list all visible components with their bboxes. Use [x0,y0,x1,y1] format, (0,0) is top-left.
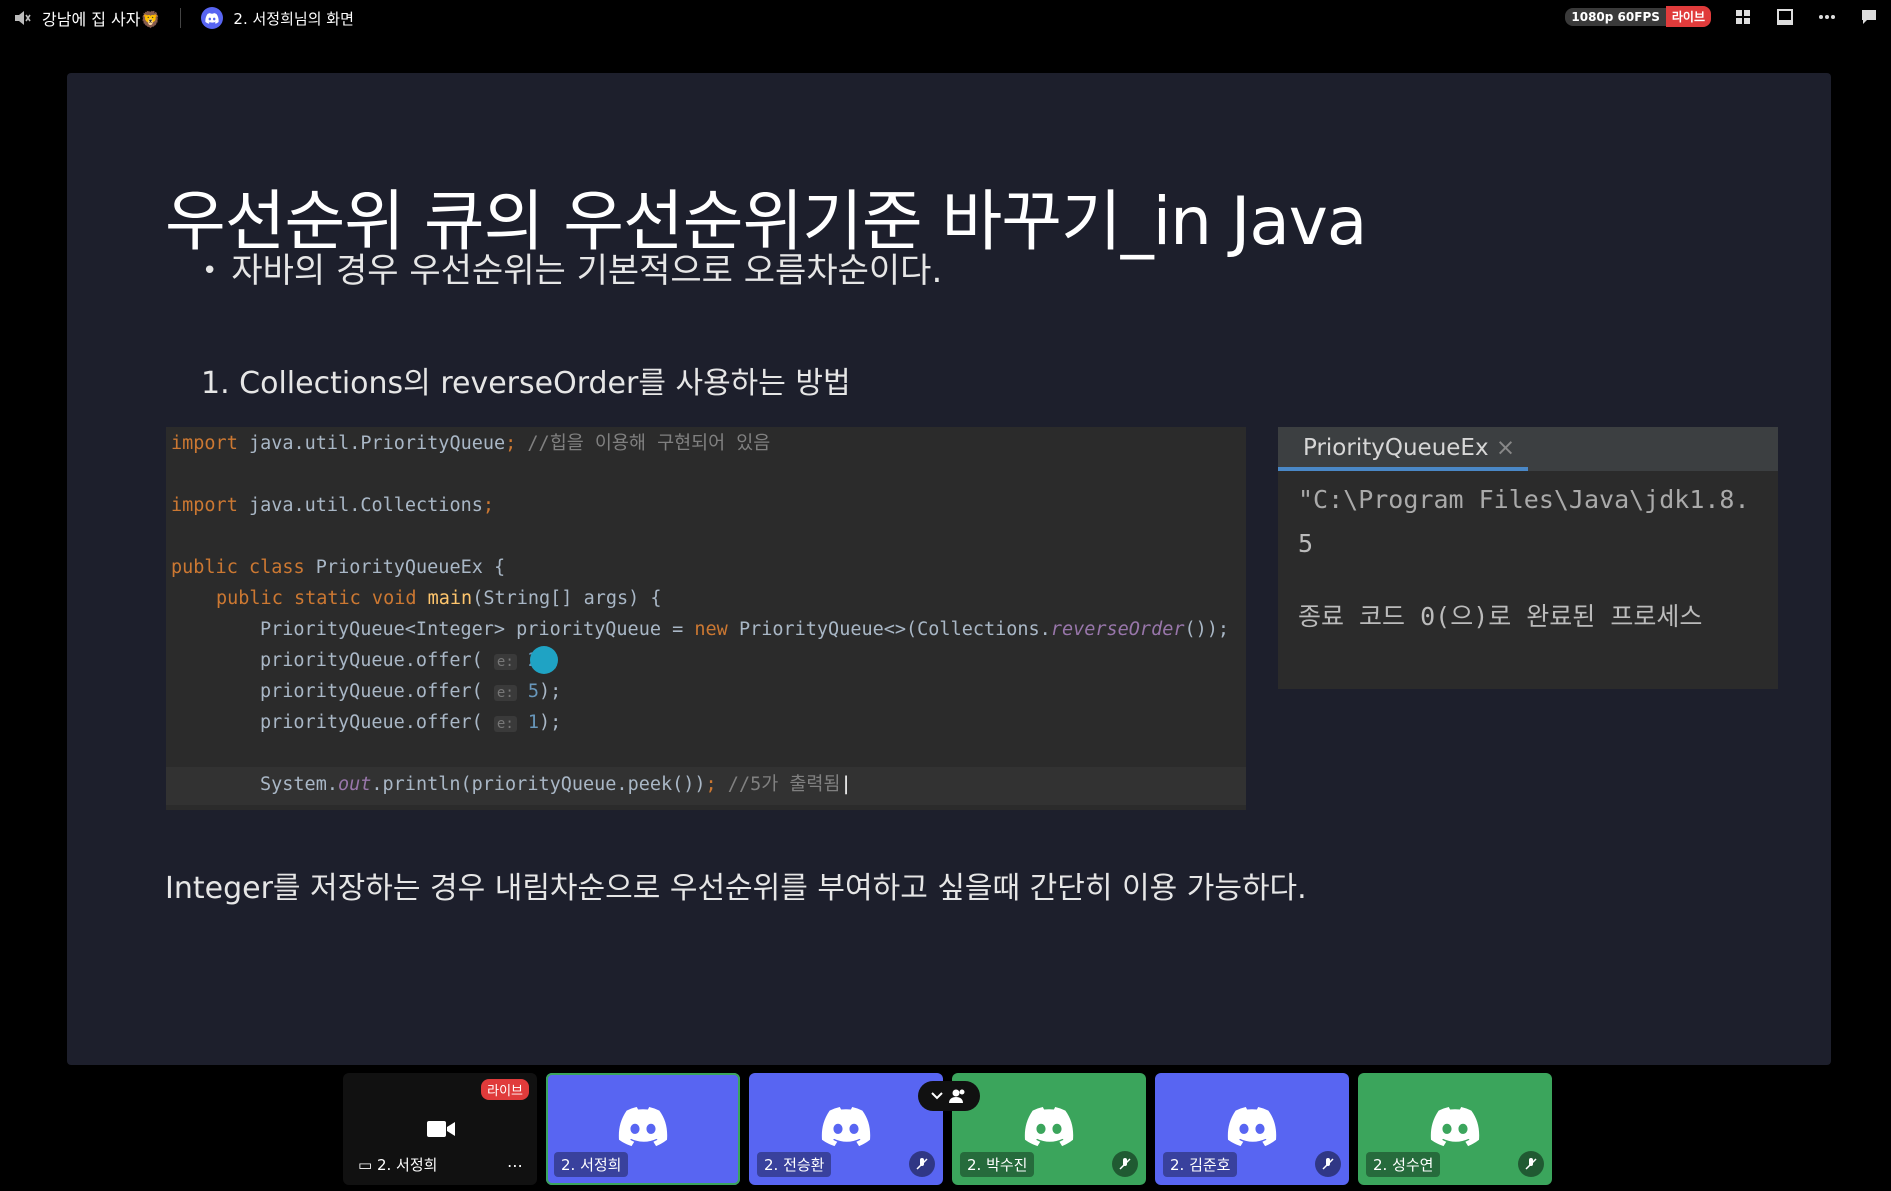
participant-tile[interactable]: 2. 박수진 [952,1073,1146,1185]
discord-icon [1430,1107,1480,1147]
chat-icon[interactable] [1859,7,1879,27]
speaker-icon[interactable] [12,8,32,28]
stream-quality-badge: 1080p 60FPS 라이브 [1565,6,1711,27]
slide-footer-text: Integer를 저장하는 경우 내림차순으로 우선순위를 부여하고 싶을때 간… [165,871,1307,906]
participant-name: 2. 성수연 [1366,1152,1441,1177]
channel-name[interactable]: 강남에 집 사자🦁 [42,6,160,30]
discord-icon [618,1107,668,1147]
participant-tile[interactable]: 2. 김준호 [1155,1073,1349,1185]
code-line: import java.util.PriorityQueue; //힙을 이용해… [171,433,771,454]
participant-tile-screen[interactable]: 라이브 ▭ 2. 서정희 ⋯ [343,1073,537,1185]
camera-icon [427,1121,455,1137]
console-tab-bar: PriorityQueueEx × [1278,427,1778,471]
participant-name: 2. 서정희 [554,1152,629,1177]
code-line: public class PriorityQueueEx { [171,557,506,578]
code-line: PriorityQueue<Integer> priorityQueue = n… [260,619,1230,640]
popout-icon[interactable] [1775,7,1795,27]
quality-label: 1080p 60FPS [1565,7,1666,26]
shared-screen[interactable]: 우선순위 큐의 우선순위기준 바꾸기_in Java 자바의 경우 우선순위는 … [67,73,1831,1065]
console-tab: PriorityQueueEx × [1303,435,1516,461]
divider [180,8,182,28]
more-icon[interactable] [1817,7,1837,27]
run-console-screenshot: PriorityQueueEx × "C:\Program Files\Java… [1278,427,1778,689]
discord-icon [201,7,224,29]
expand-participants-button[interactable] [918,1081,980,1111]
code-line: import java.util.Collections; [171,495,495,516]
console-line: "C:\Program Files\Java\jdk1.8. [1298,485,1750,514]
mic-muted-icon [1518,1151,1544,1177]
people-icon [949,1089,965,1103]
code-line: priorityQueue.offer( e: 5); [260,681,562,702]
grid-icon[interactable] [1733,7,1753,27]
code-line: priorityQueue.offer( e: 1); [260,712,562,733]
monitor-icon: ▭ [358,1156,373,1174]
participant-name: 2. 박수진 [960,1152,1035,1177]
code-line: priorityQueue.offer( e: 2); [260,648,561,674]
participant-name: 2. 전승환 [757,1152,832,1177]
participant-name: 2. 김준호 [1163,1152,1238,1177]
top-bar: 강남에 집 사자🦁 2. 서정희님의 화면 1080p 60FPS 라이브 [0,0,1891,34]
slide-list-item: 1. Collections의 reverseOrder를 사용하는 방법 [201,366,851,401]
active-tab-indicator [1278,467,1528,471]
mic-muted-icon [1315,1151,1341,1177]
chevron-down-icon [931,1092,943,1100]
mic-muted-icon [1112,1151,1138,1177]
discord-icon [1024,1107,1074,1147]
code-editor-screenshot: import java.util.PriorityQueue; //힙을 이용해… [166,427,1246,810]
live-badge: 라이브 [1665,6,1711,27]
participant-name: ▭ 2. 서정희 [358,1156,438,1174]
discord-icon [821,1107,871,1147]
live-badge: 라이브 [481,1079,529,1100]
console-line: 종료 코드 0(으)로 완료된 프로세스 [1298,602,1703,631]
participant-tile[interactable]: 2. 성수연 [1358,1073,1552,1185]
code-line: public static void main(String[] args) { [216,588,662,609]
discord-icon [1227,1107,1277,1147]
mic-muted-icon [909,1151,935,1177]
mouse-cursor-icon [530,646,558,674]
more-icon[interactable]: ⋯ [507,1156,523,1175]
slide-bullet: 자바의 경우 우선순위는 기본적으로 오름차순이다. [202,243,942,292]
screen-title: 2. 서정희님의 화면 [233,9,354,28]
participant-tile[interactable]: 2. 전승환 [749,1073,943,1185]
participant-tile[interactable]: 2. 서정희 [546,1073,740,1185]
console-line: 5 [1298,529,1314,558]
code-line: System.out.println(priorityQueue.peek())… [260,774,852,795]
